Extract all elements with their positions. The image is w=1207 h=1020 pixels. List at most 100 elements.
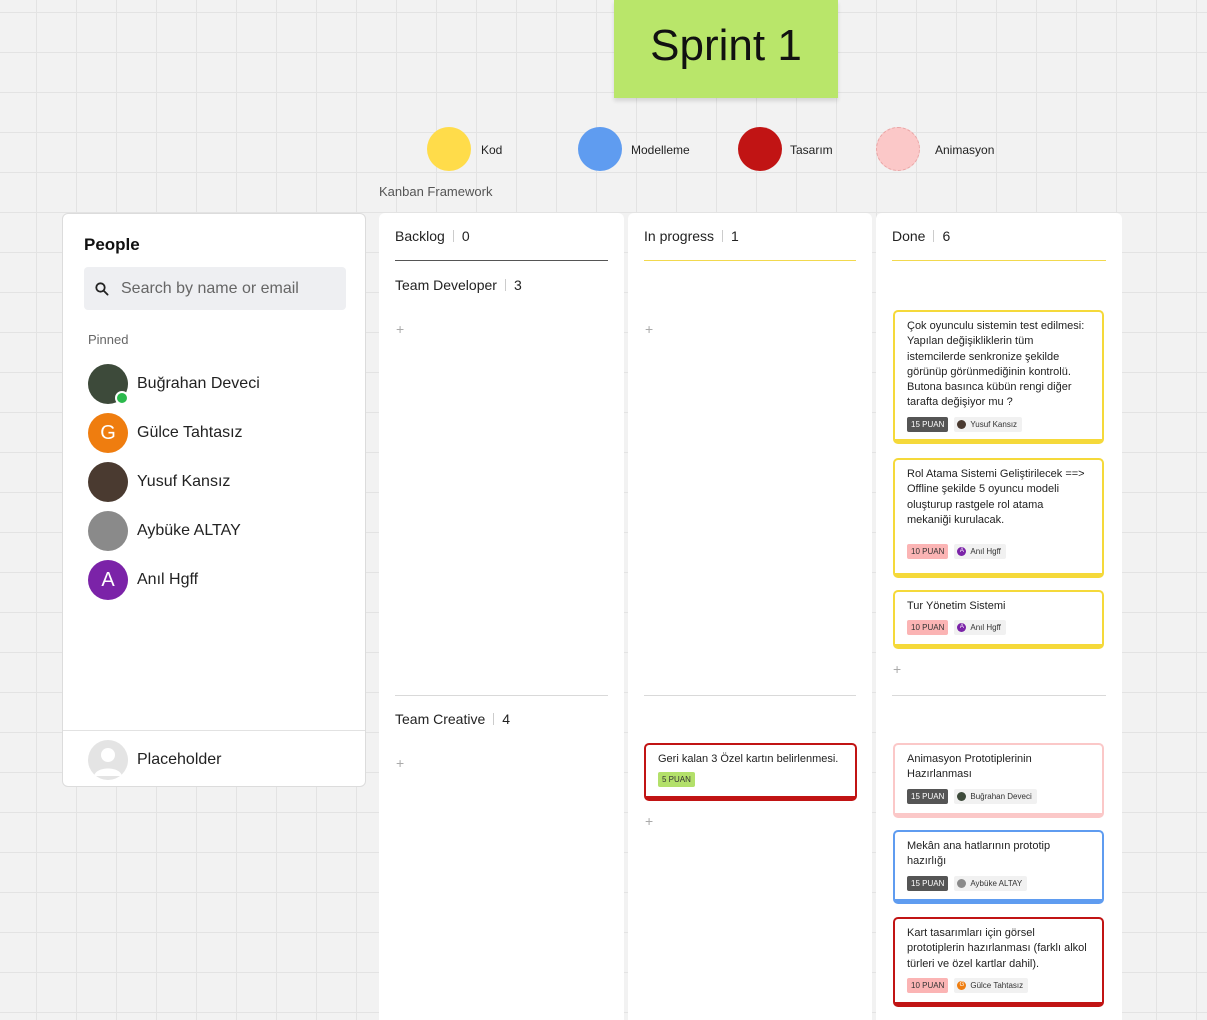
assignee-name: Yusuf Kansız <box>970 419 1018 429</box>
points-tag: 10 PUAN <box>907 977 949 993</box>
kanban-card[interactable]: Rol Atama Sistemi Geliştirilecek ==> Off… <box>893 458 1104 578</box>
avatar: A <box>957 623 967 633</box>
placeholder-name: Placeholder <box>137 751 222 768</box>
card-text: Rol Atama Sistemi Geliştirilecek ==> Off… <box>907 468 1085 526</box>
avatar <box>88 511 128 551</box>
avatar <box>957 419 967 429</box>
person-item[interactable]: G Gülce Tahtasız <box>88 413 243 453</box>
person-name: Anıl Hgff <box>137 571 199 588</box>
person-item[interactable]: A Anıl Hgff <box>88 560 198 600</box>
card-meta: 10 PUAN G Gülce Tahtasız <box>907 977 1090 993</box>
card-text: Animasyon Prototiplerinin Hazırlanması <box>907 753 1032 781</box>
add-card-button[interactable]: + <box>893 661 901 677</box>
points-tag: 15 PUAN <box>907 788 949 804</box>
assignee-chip[interactable]: Buğrahan Deveci <box>954 788 1037 804</box>
person-item[interactable]: Buğrahan Deveci <box>88 364 260 405</box>
points-tag: 15 PUAN <box>907 875 949 891</box>
column-count: 0 <box>461 228 470 244</box>
column-header-line <box>892 260 1106 261</box>
column-count: 1 <box>731 228 739 244</box>
kanban-card[interactable]: Animasyon Prototiplerinin Hazırlanması 1… <box>893 743 1104 818</box>
column-count: 6 <box>942 228 951 244</box>
panel-divider <box>63 730 365 731</box>
lane-title-team-creative: Team Creative 4 <box>395 711 511 727</box>
column-done: Done 6 Çok oyunculu sistemin test edilmes… <box>876 213 1122 1020</box>
online-status-dot <box>115 391 129 405</box>
column-header-line <box>395 260 608 261</box>
legend-circle-animasyon[interactable] <box>876 127 920 171</box>
placeholder-avatar <box>88 740 128 780</box>
card-text: Mekân ana hatlarının prototip hazırlığı <box>907 840 1051 868</box>
avatar <box>957 791 967 801</box>
kanban-card[interactable]: Tur Yönetim Sistemi 10 PUAN A Anıl Hgff <box>893 590 1104 649</box>
person-item[interactable]: Aybüke ALTAY <box>88 511 241 551</box>
add-card-button[interactable]: + <box>396 755 404 771</box>
kanban-card[interactable]: Geri kalan 3 Özel kartın belirlenmesi. 5… <box>644 743 857 801</box>
assignee-chip[interactable]: A Anıl Hgff <box>954 620 1006 636</box>
assignee-chip[interactable]: G Gülce Tahtasız <box>954 977 1029 993</box>
card-meta: 10 PUAN A Anıl Hgff <box>907 620 1090 636</box>
sticky-title: Sprint 1 <box>650 21 802 70</box>
avatar <box>957 878 967 888</box>
people-search[interactable] <box>84 267 346 310</box>
people-title: People <box>84 235 140 254</box>
add-card-button[interactable]: + <box>645 321 653 337</box>
people-panel: People Pinned Buğrahan Deveci G Gülce Ta… <box>62 213 366 787</box>
framework-label: Kanban Framework <box>379 184 493 199</box>
sprint-sticky-note[interactable]: Sprint 1 <box>614 0 838 98</box>
avatar: A <box>957 547 967 556</box>
avatar: A <box>88 560 128 600</box>
card-text: Geri kalan 3 Özel kartın belirlenmesi. <box>658 753 839 765</box>
add-card-button[interactable]: + <box>645 813 653 829</box>
lane-title-team-developer: Team Developer 3 <box>395 277 522 293</box>
assignee-chip[interactable]: Aybüke ALTAY <box>954 875 1028 891</box>
lane-divider <box>892 695 1106 696</box>
assignee-name: Anıl Hgff <box>970 623 1001 633</box>
search-input[interactable] <box>119 278 338 299</box>
user-silhouette-icon <box>94 748 122 776</box>
search-icon <box>95 281 109 296</box>
person-item[interactable]: Yusuf Kansız <box>88 462 230 502</box>
avatar: G <box>957 980 967 990</box>
kanban-card[interactable]: Kart tasarımları için görsel prototipler… <box>893 917 1104 1007</box>
kanban-card[interactable]: Mekân ana hatlarının prototip hazırlığı … <box>893 830 1104 904</box>
placeholder-person[interactable]: Placeholder <box>88 740 222 780</box>
column-header[interactable]: Done 6 <box>892 228 950 244</box>
kanban-card[interactable]: Çok oyunculu sistemin test edilmesi: Yap… <box>893 310 1104 444</box>
assignee-name: Aybüke ALTAY <box>970 878 1023 888</box>
assignee-name: Anıl Hgff <box>970 547 1001 556</box>
column-header[interactable]: In progress 1 <box>644 228 739 244</box>
column-header[interactable]: Backlog 0 <box>395 228 470 244</box>
person-name: Aybüke ALTAY <box>137 522 241 539</box>
legend-circle-kod[interactable] <box>427 127 471 171</box>
card-meta: 15 PUAN Yusuf Kansız <box>907 416 1090 432</box>
legend-label-animasyon: Animasyon <box>935 143 995 157</box>
assignee-name: Buğrahan Deveci <box>970 791 1032 801</box>
column-backlog: Backlog 0 Team Developer 3 + Team Creative… <box>379 213 624 1020</box>
person-name: Yusuf Kansız <box>137 473 231 490</box>
card-meta: 10 PUAN A Anıl Hgff <box>907 544 1006 559</box>
legend-circle-tasarim[interactable] <box>738 127 782 171</box>
card-text: Tur Yönetim Sistemi <box>907 600 1006 612</box>
column-header-line <box>644 260 856 261</box>
card-meta: 5 PUAN <box>658 772 843 788</box>
pinned-label: Pinned <box>88 332 129 347</box>
card-meta: 15 PUAN Buğrahan Deveci <box>907 788 1090 804</box>
card-text: Kart tasarımları için görsel prototipler… <box>907 927 1087 970</box>
lane-divider <box>395 695 608 696</box>
points-tag: 15 PUAN <box>907 416 949 432</box>
card-text: Çok oyunculu sistemin test edilmesi: Yap… <box>907 320 1085 409</box>
person-name: Gülce Tahtasız <box>137 424 243 441</box>
card-meta: 15 PUAN Aybüke ALTAY <box>907 875 1090 891</box>
legend-label-modelleme: Modelleme <box>631 143 690 157</box>
assignee-name: Gülce Tahtasız <box>970 980 1024 990</box>
legend-label-tasarim: Tasarım <box>790 143 833 157</box>
column-name: Backlog <box>395 228 445 244</box>
points-tag: 10 PUAN <box>907 620 949 636</box>
assignee-chip[interactable]: Yusuf Kansız <box>954 416 1023 432</box>
add-card-button[interactable]: + <box>396 321 404 337</box>
points-tag: 5 PUAN <box>658 772 695 788</box>
lane-divider <box>644 695 856 696</box>
legend-circle-modelleme[interactable] <box>578 127 622 171</box>
assignee-chip[interactable]: A Anıl Hgff <box>954 544 1006 559</box>
